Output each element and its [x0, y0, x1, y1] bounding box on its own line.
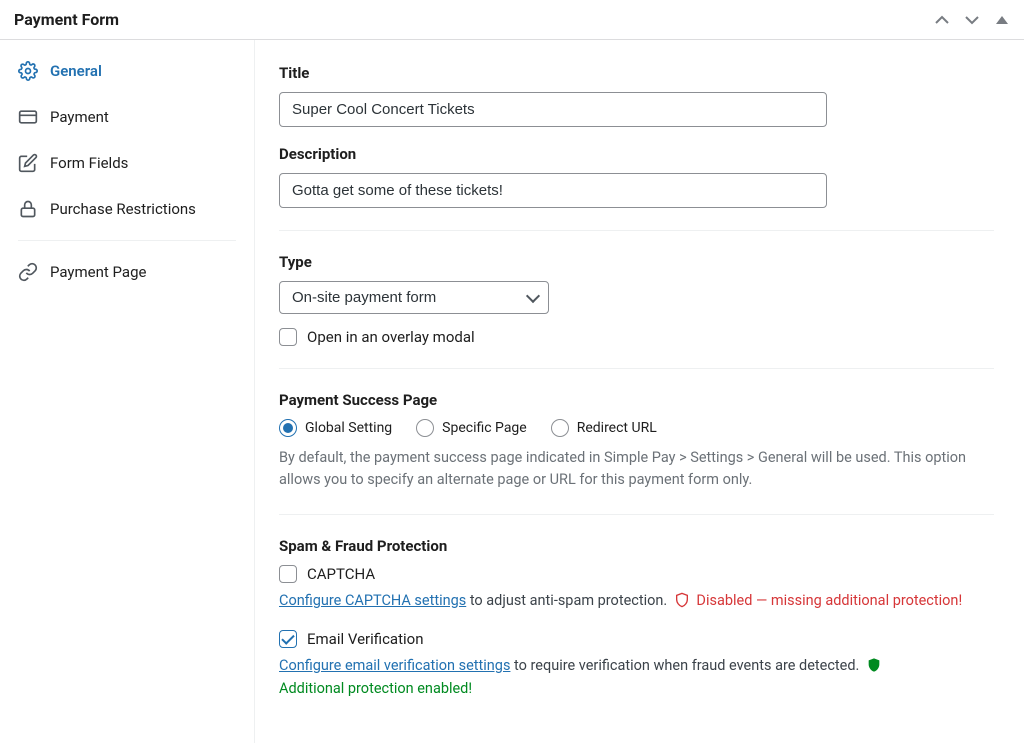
captcha-help-tail: to adjust anti-spam protection.: [466, 592, 671, 609]
sidebar-item-label: Payment: [50, 108, 109, 126]
sidebar-item-payment-page[interactable]: Payment Page: [0, 249, 254, 295]
captcha-checkbox[interactable]: [279, 565, 297, 583]
panel-move-down-icon[interactable]: [964, 12, 980, 28]
sidebar-item-label: Purchase Restrictions: [50, 200, 196, 218]
sidebar-item-label: General: [50, 62, 102, 80]
radio-label: Global Setting: [305, 420, 392, 436]
overlay-checkbox[interactable]: [279, 328, 297, 346]
panel-move-up-icon[interactable]: [934, 12, 950, 28]
spam-label: Spam & Fraud Protection: [279, 537, 994, 555]
radio-input[interactable]: [551, 419, 569, 437]
email-verif-checkbox-label: Email Verification: [307, 630, 423, 648]
shield-check-icon: [866, 657, 882, 673]
description-input[interactable]: [279, 173, 827, 208]
description-block: Description: [279, 145, 994, 208]
sidebar-item-purchase-restrictions[interactable]: Purchase Restrictions: [0, 186, 254, 232]
panel-collapse-icon[interactable]: [994, 12, 1010, 28]
radio-input[interactable]: [416, 419, 434, 437]
sidebar-divider: [18, 240, 236, 241]
card-icon: [18, 107, 38, 127]
radio-input[interactable]: [279, 419, 297, 437]
overlay-checkbox-row[interactable]: Open in an overlay modal: [279, 328, 994, 346]
sidebar-item-label: Form Fields: [50, 154, 128, 172]
divider: [279, 514, 994, 515]
radio-label: Specific Page: [442, 420, 527, 436]
sidebar-item-general[interactable]: General: [0, 48, 254, 94]
main-content: Title Description Type On-site payment f…: [255, 40, 1024, 743]
title-label: Title: [279, 64, 994, 82]
captcha-settings-link[interactable]: Configure CAPTCHA settings: [279, 592, 466, 609]
type-select[interactable]: On-site payment form: [279, 281, 549, 314]
divider: [279, 368, 994, 369]
type-block: Type On-site payment form Open in an ove…: [279, 253, 994, 346]
panel-title: Payment Form: [14, 10, 119, 29]
title-input[interactable]: [279, 92, 827, 127]
title-block: Title: [279, 64, 994, 127]
shield-alert-icon: [674, 592, 690, 608]
sidebar-item-form-fields[interactable]: Form Fields: [0, 140, 254, 186]
email-verif-status: Additional protection enabled!: [279, 680, 472, 697]
captcha-checkbox-label: CAPTCHA: [307, 565, 375, 583]
email-verif-checkbox[interactable]: [279, 630, 297, 648]
link-icon: [18, 262, 38, 282]
overlay-checkbox-label: Open in an overlay modal: [307, 328, 475, 346]
captcha-checkbox-row[interactable]: CAPTCHA: [279, 565, 994, 583]
radio-redirect-url[interactable]: Redirect URL: [551, 419, 657, 437]
success-page-help: By default, the payment success page ind…: [279, 447, 994, 492]
captcha-status: Disabled — missing additional protection…: [693, 592, 962, 609]
panel-header: Payment Form: [0, 0, 1024, 40]
sidebar-item-payment[interactable]: Payment: [0, 94, 254, 140]
email-verif-checkbox-row[interactable]: Email Verification: [279, 630, 994, 648]
type-label: Type: [279, 253, 994, 271]
email-verif-settings-link[interactable]: Configure email verification settings: [279, 657, 510, 674]
email-verif-help: Configure email verification settings to…: [279, 654, 994, 700]
lock-icon: [18, 199, 38, 219]
radio-global-setting[interactable]: Global Setting: [279, 419, 392, 437]
edit-icon: [18, 153, 38, 173]
success-page-label: Payment Success Page: [279, 391, 994, 409]
success-page-block: Payment Success Page Global Setting Spec…: [279, 391, 994, 492]
radio-label: Redirect URL: [577, 420, 657, 436]
spam-block: Spam & Fraud Protection CAPTCHA Configur…: [279, 537, 994, 701]
sidebar: General Payment Form Fields Purchase Res…: [0, 40, 255, 743]
success-page-radios: Global Setting Specific Page Redirect UR…: [279, 419, 994, 437]
sidebar-item-label: Payment Page: [50, 263, 146, 281]
panel-controls: [934, 12, 1010, 28]
description-label: Description: [279, 145, 994, 163]
gear-icon: [18, 61, 38, 81]
email-verif-help-tail: to require verification when fraud event…: [510, 657, 863, 674]
radio-specific-page[interactable]: Specific Page: [416, 419, 527, 437]
captcha-help: Configure CAPTCHA settings to adjust ant…: [279, 589, 994, 612]
divider: [279, 230, 994, 231]
